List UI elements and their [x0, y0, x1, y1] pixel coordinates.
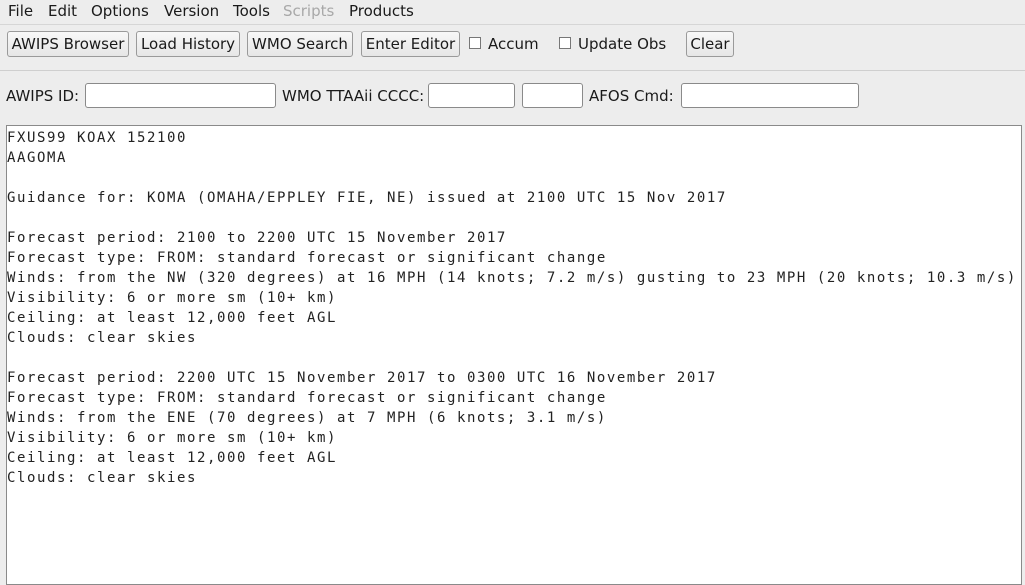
accum-checkbox[interactable] [469, 37, 481, 49]
update-obs-label: Update Obs [578, 35, 667, 53]
accum-label: Accum [488, 35, 539, 53]
menu-tools[interactable]: Tools [233, 2, 270, 20]
divider [0, 70, 1025, 71]
update-obs-checkbox[interactable] [559, 37, 571, 49]
wmo-search-button[interactable]: WMO Search [247, 31, 353, 57]
menu-file[interactable]: File [8, 2, 33, 20]
wmo-ttaaii-input[interactable] [428, 83, 515, 108]
wmo-cccc-input[interactable] [522, 83, 583, 108]
menu-bar: File Edit Options Version Tools Scripts … [0, 0, 1025, 25]
awips-id-input[interactable] [85, 83, 276, 108]
load-history-button[interactable]: Load History [136, 31, 240, 57]
wmo-label: WMO TTAAii CCCC: [282, 87, 425, 105]
menu-products[interactable]: Products [349, 2, 414, 20]
awips-id-label: AWIPS ID: [6, 87, 80, 105]
product-text: FXUS99 KOAX 152100 AAGOMA Guidance for: … [7, 130, 1017, 486]
toolbar: AWIPS Browser Load History WMO Search En… [0, 31, 1025, 59]
menu-edit[interactable]: Edit [48, 2, 77, 20]
menu-options[interactable]: Options [91, 2, 149, 20]
afos-cmd-input[interactable] [681, 83, 859, 108]
afos-cmd-label: AFOS Cmd: [589, 87, 674, 105]
product-text-area[interactable]: FXUS99 KOAX 152100 AAGOMA Guidance for: … [6, 125, 1022, 585]
awips-browser-button[interactable]: AWIPS Browser [7, 31, 129, 57]
enter-editor-button[interactable]: Enter Editor [361, 31, 460, 57]
menu-scripts: Scripts [283, 2, 335, 20]
clear-button[interactable]: Clear [686, 31, 734, 57]
menu-version[interactable]: Version [164, 2, 219, 20]
